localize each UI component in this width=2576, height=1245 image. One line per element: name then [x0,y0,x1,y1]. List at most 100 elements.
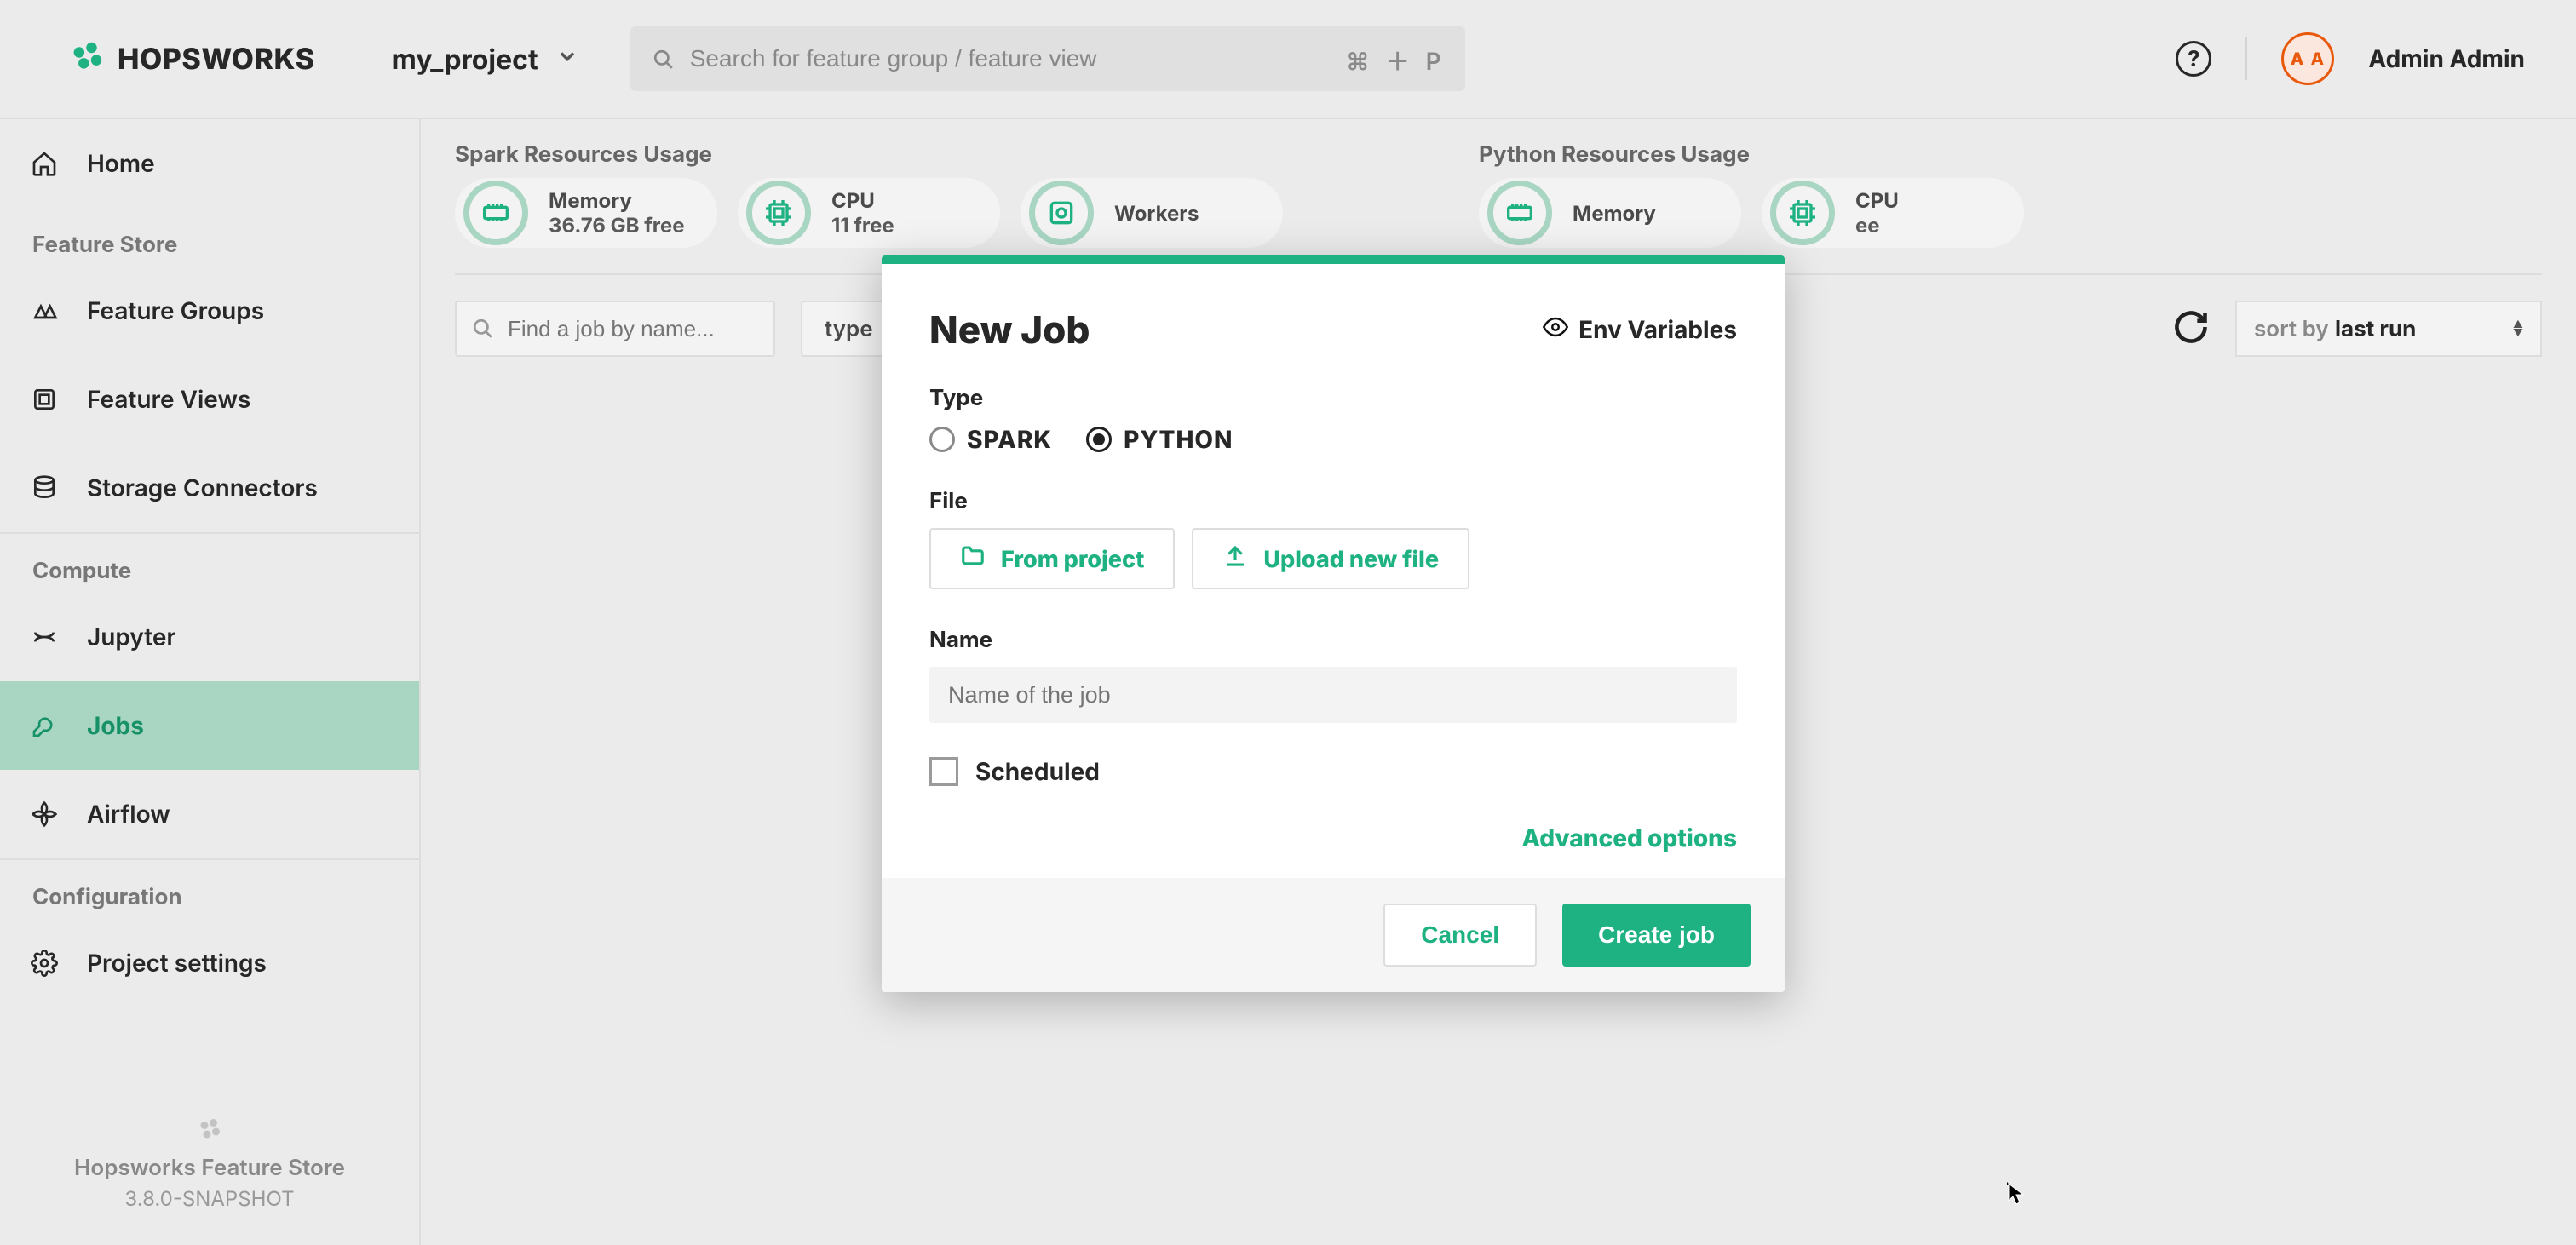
sidebar-section-configuration: Configuration [0,860,419,919]
vertical-divider [2245,37,2247,80]
eye-icon [1543,314,1568,346]
python-cpu-value: ee [1855,213,1899,238]
new-job-modal: New Job Env Variables Type SPARK PYTHON … [882,255,1785,992]
python-cpu-label: CPU [1855,188,1899,213]
search-shortcut: ⌘ ＋ P [1346,43,1446,77]
sidebar-item-label: Project settings [87,949,267,978]
brand-name: HOPSWORKS [118,42,315,77]
search-icon [653,49,675,74]
env-variables-label: Env Variables [1578,315,1737,344]
cpu-icon [746,181,811,245]
spark-resources: Spark Resources Usage Memory 36.76 GB fr… [455,141,1283,248]
spark-workers-card: Workers [1021,178,1283,248]
project-name: my_project [392,43,538,76]
find-job [455,301,775,357]
type-filter-label: type [825,316,873,342]
footer-product-name: Hopsworks Feature Store [17,1155,402,1181]
sidebar-item-label: Airflow [87,800,170,829]
folder-icon [960,543,986,575]
project-switcher[interactable]: my_project [392,43,579,76]
spark-memory-value: 36.76 GB free [549,213,685,238]
sidebar-item-airflow[interactable]: Airflow [0,770,419,858]
job-name-input[interactable] [929,667,1737,723]
triangles-icon [27,297,61,324]
scheduled-label: Scheduled [975,757,1100,786]
sort-value: last run [2335,316,2416,342]
help-icon[interactable]: ? [2176,41,2211,77]
upload-file-button[interactable]: Upload new file [1192,528,1469,589]
sidebar: Home Feature Store Feature Groups Featur… [0,119,421,1245]
sidebar-item-feature-groups[interactable]: Feature Groups [0,267,419,355]
workers-icon [1029,181,1094,245]
topbar: HOPSWORKS my_project ⌘ ＋ P ? A A Admin A… [0,0,2576,119]
hopsworks-logo-icon [68,38,106,79]
gear-icon [27,950,61,977]
sidebar-item-label: Feature Groups [87,296,264,325]
memory-icon [463,181,528,245]
cpu-icon [1770,181,1835,245]
upload-icon [1222,543,1248,575]
python-memory-card: Memory [1479,178,1741,248]
sidebar-item-label: Feature Views [87,385,250,414]
footer-logo-icon [17,1114,402,1148]
modal-footer: Cancel Create job [882,878,1785,992]
sidebar-item-label: Storage Connectors [87,473,318,502]
radio-icon [1086,427,1112,452]
find-job-input[interactable] [455,301,775,357]
sidebar-item-storage-connectors[interactable]: Storage Connectors [0,444,419,532]
global-search: ⌘ ＋ P [630,26,1465,91]
sort-select[interactable]: sort by last run ▲▼ [2235,301,2542,357]
sidebar-section-compute: Compute [0,534,419,593]
scheduled-checkbox[interactable] [929,757,958,786]
radio-label: SPARK [967,425,1052,454]
type-radio-python[interactable]: PYTHON [1086,425,1233,454]
sidebar-item-label: Jupyter [87,622,176,651]
sidebar-item-jobs[interactable]: Jobs [0,681,419,770]
sidebar-item-home[interactable]: Home [0,119,419,208]
name-label: Name [929,627,1737,653]
modal-accent-bar [882,255,1785,264]
radio-label: PYTHON [1124,425,1233,454]
search-icon [472,318,494,343]
python-resources: Python Resources Usage Memory [1479,141,2024,248]
sidebar-item-jupyter[interactable]: Jupyter [0,593,419,681]
type-label: Type [929,385,1737,411]
wrench-icon [27,712,61,739]
cancel-button[interactable]: Cancel [1383,904,1537,967]
type-radio-spark[interactable]: SPARK [929,425,1052,454]
spark-workers-label: Workers [1114,201,1199,226]
create-job-button[interactable]: Create job [1562,904,1751,967]
from-project-button[interactable]: From project [929,528,1175,589]
modal-title: New Job [929,307,1090,353]
spark-memory-label: Memory [549,188,685,213]
spark-cpu-label: CPU [831,188,894,213]
python-resources-title: Python Resources Usage [1479,141,2024,168]
home-icon [27,150,61,177]
spark-cpu-value: 11 free [831,213,894,238]
user-name[interactable]: Admin Admin [2368,44,2525,73]
database-icon [27,474,61,502]
env-variables-toggle[interactable]: Env Variables [1543,314,1737,346]
global-search-input[interactable] [630,26,1465,91]
sort-arrows-icon: ▲▼ [2513,320,2523,337]
user-avatar[interactable]: A A [2281,32,2334,85]
button-label: From project [1001,545,1144,573]
brand[interactable]: HOPSWORKS [68,38,315,79]
file-label: File [929,488,1737,514]
python-memory-label: Memory [1573,201,1656,226]
footer-version: 3.8.0-SNAPSHOT [17,1186,402,1211]
sidebar-section-feature-store: Feature Store [0,208,419,267]
spark-memory-card: Memory 36.76 GB free [455,178,717,248]
chevron-down-icon [555,44,579,73]
cursor-icon [2007,1182,2010,1185]
sidebar-item-label: Jobs [87,711,144,740]
button-label: Upload new file [1263,545,1439,573]
airflow-icon [27,800,61,828]
sidebar-item-label: Home [87,149,155,178]
sidebar-item-project-settings[interactable]: Project settings [0,919,419,1007]
jupyter-icon [27,623,61,651]
advanced-options-link[interactable]: Advanced options [929,823,1737,852]
refresh-button[interactable] [2172,308,2210,349]
spark-resources-title: Spark Resources Usage [455,141,1283,168]
sidebar-item-feature-views[interactable]: Feature Views [0,355,419,444]
